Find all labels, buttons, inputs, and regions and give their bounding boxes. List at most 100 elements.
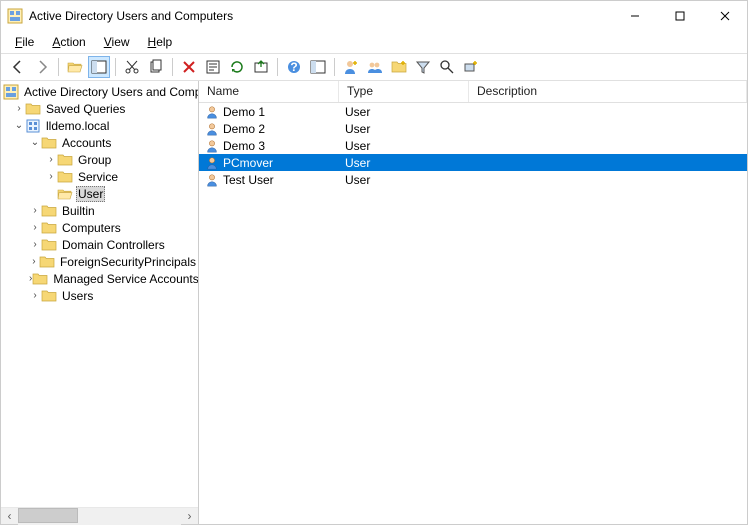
row-name: Demo 1 <box>223 105 265 119</box>
expand-icon[interactable]: › <box>13 103 25 114</box>
delete-button[interactable] <box>178 56 200 78</box>
collapse-icon[interactable]: ⌄ <box>13 120 25 131</box>
show-hide-tree-button[interactable] <box>88 56 110 78</box>
toolbar-separator <box>277 58 278 76</box>
user-icon <box>205 173 219 187</box>
column-description[interactable]: Description <box>469 81 747 102</box>
user-icon <box>205 122 219 136</box>
minimize-button[interactable] <box>612 1 657 31</box>
close-button[interactable] <box>702 1 747 31</box>
tree-label: Accounts <box>60 136 113 150</box>
folder-open-icon <box>57 186 73 202</box>
tree-user[interactable]: User <box>1 185 198 202</box>
cell-type: User <box>339 139 469 153</box>
find-button[interactable] <box>436 56 458 78</box>
column-type[interactable]: Type <box>339 81 469 102</box>
tree-label: Managed Service Accounts <box>51 272 198 286</box>
folder-icon <box>41 288 57 304</box>
folder-icon <box>41 203 57 219</box>
list-row[interactable]: Demo 2User <box>199 120 747 137</box>
list-row[interactable]: Demo 1User <box>199 103 747 120</box>
tree-label: Users <box>60 289 95 303</box>
maximize-button[interactable] <box>657 1 702 31</box>
expand-icon[interactable]: › <box>29 205 41 216</box>
menu-help[interactable]: Help <box>140 33 181 51</box>
tree-root[interactable]: Active Directory Users and Computers <box>1 83 198 100</box>
nav-back-button[interactable] <box>7 56 29 78</box>
action-pane-button[interactable] <box>307 56 329 78</box>
expand-icon[interactable]: › <box>29 222 41 233</box>
tree-pane: Active Directory Users and Computers › S… <box>1 81 199 524</box>
app-icon <box>7 8 23 24</box>
row-name: Test User <box>223 173 274 187</box>
cell-type: User <box>339 156 469 170</box>
export-list-button[interactable] <box>250 56 272 78</box>
folder-icon <box>32 271 48 287</box>
toolbar-separator <box>58 58 59 76</box>
filter-button[interactable] <box>412 56 434 78</box>
tree-service[interactable]: › Service <box>1 168 198 185</box>
folder-icon <box>39 254 55 270</box>
refresh-button[interactable] <box>226 56 248 78</box>
copy-button[interactable] <box>145 56 167 78</box>
list-row[interactable]: Demo 3User <box>199 137 747 154</box>
tree-body[interactable]: Active Directory Users and Computers › S… <box>1 81 198 507</box>
folder-icon <box>57 169 73 185</box>
cell-name: PCmover <box>199 156 339 170</box>
list-body[interactable]: Demo 1UserDemo 2UserDemo 3UserPCmoverUse… <box>199 103 747 524</box>
tree-fsp[interactable]: › ForeignSecurityPrincipals <box>1 253 198 270</box>
user-icon <box>205 105 219 119</box>
new-group-button[interactable] <box>364 56 386 78</box>
expand-icon[interactable]: › <box>45 154 57 165</box>
cut-button[interactable] <box>121 56 143 78</box>
titlebar: Active Directory Users and Computers <box>1 1 747 31</box>
tree-label: Builtin <box>60 204 97 218</box>
folder-icon <box>57 152 73 168</box>
scroll-left-icon[interactable]: ‹ <box>1 508 18 525</box>
tree-msa[interactable]: › Managed Service Accounts <box>1 270 198 287</box>
menu-action[interactable]: Action <box>44 33 93 51</box>
toolbar-separator <box>172 58 173 76</box>
up-one-level-button[interactable] <box>64 56 86 78</box>
tree-label: Saved Queries <box>44 102 127 116</box>
toolbar <box>1 53 747 81</box>
user-icon <box>205 139 219 153</box>
list-row[interactable]: PCmoverUser <box>199 154 747 171</box>
tree-builtin[interactable]: › Builtin <box>1 202 198 219</box>
tree-computers[interactable]: › Computers <box>1 219 198 236</box>
tree-saved-queries[interactable]: › Saved Queries <box>1 100 198 117</box>
content-area: Active Directory Users and Computers › S… <box>1 81 747 524</box>
window-title: Active Directory Users and Computers <box>29 9 612 23</box>
new-ou-button[interactable] <box>388 56 410 78</box>
new-user-button[interactable] <box>340 56 362 78</box>
tree-accounts[interactable]: ⌄ Accounts <box>1 134 198 151</box>
cell-name: Demo 2 <box>199 122 339 136</box>
expand-icon[interactable]: › <box>45 171 57 182</box>
add-criteria-button[interactable] <box>460 56 482 78</box>
tree-root-label: Active Directory Users and Computers <box>22 85 198 99</box>
list-header: Name Type Description <box>199 81 747 103</box>
properties-button[interactable] <box>202 56 224 78</box>
menubar: File Action View Help <box>1 31 747 53</box>
collapse-icon[interactable]: ⌄ <box>29 137 41 148</box>
list-pane: Name Type Description Demo 1UserDemo 2Us… <box>199 81 747 524</box>
tree-domain-controllers[interactable]: › Domain Controllers <box>1 236 198 253</box>
menu-view[interactable]: View <box>96 33 138 51</box>
scroll-thumb[interactable] <box>18 508 78 523</box>
tree-label: Computers <box>60 221 123 235</box>
tree-domain[interactable]: ⌄ lldemo.local <box>1 117 198 134</box>
column-name[interactable]: Name <box>199 81 339 102</box>
expand-icon[interactable]: › <box>29 239 41 250</box>
menu-file[interactable]: File <box>7 33 42 51</box>
scroll-right-icon[interactable]: › <box>181 508 198 525</box>
tree-horizontal-scrollbar[interactable]: ‹ › <box>1 507 198 524</box>
cell-name: Demo 3 <box>199 139 339 153</box>
help-button[interactable] <box>283 56 305 78</box>
tree-group[interactable]: › Group <box>1 151 198 168</box>
list-row[interactable]: Test UserUser <box>199 171 747 188</box>
expand-icon[interactable]: › <box>29 256 39 267</box>
tree-users[interactable]: › Users <box>1 287 198 304</box>
scroll-track[interactable] <box>18 508 181 525</box>
expand-icon[interactable]: › <box>29 290 41 301</box>
nav-forward-button[interactable] <box>31 56 53 78</box>
